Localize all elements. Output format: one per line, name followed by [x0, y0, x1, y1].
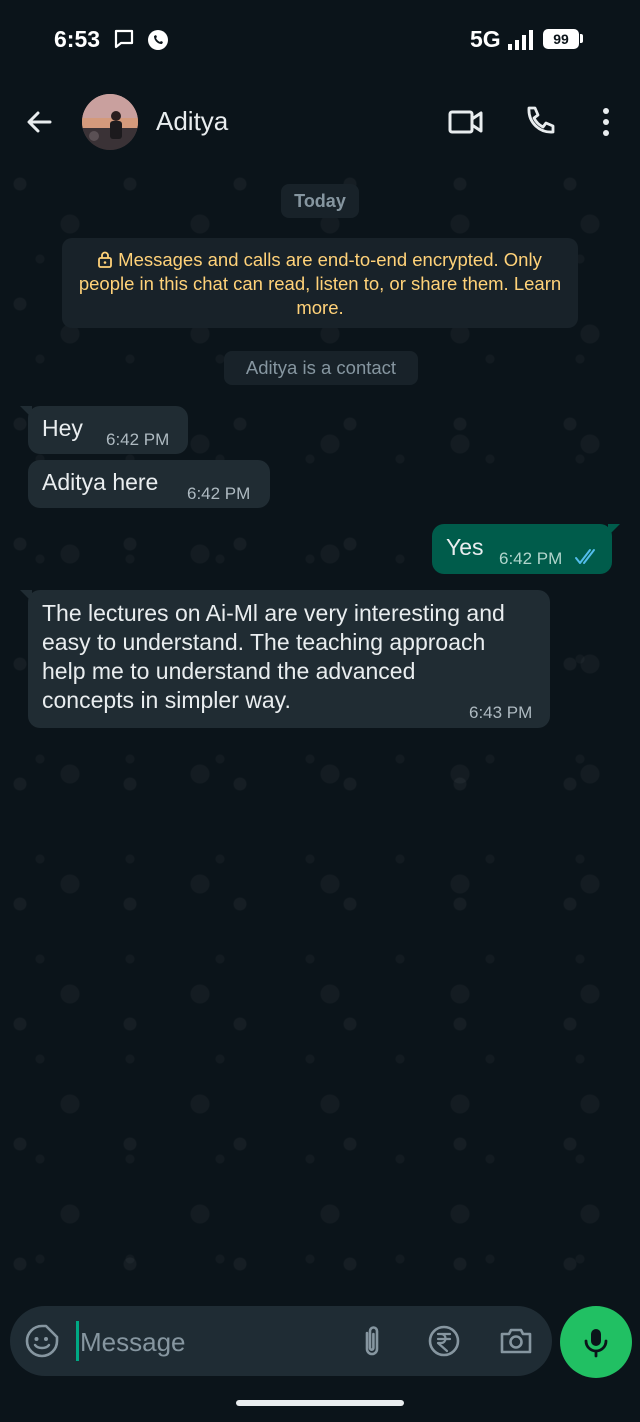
encryption-notice-text: Messages and calls are end-to-end encryp… — [78, 249, 562, 318]
status-bar: 6:53 5G 99 — [0, 0, 640, 80]
message-bubble-outgoing[interactable]: Yes 6:42 PM — [432, 524, 620, 574]
encryption-notice[interactable]: Messages and calls are end-to-end encryp… — [62, 238, 578, 328]
bubble-tail — [20, 406, 32, 418]
home-indicator[interactable] — [236, 1400, 404, 1406]
signal-icon — [508, 30, 533, 50]
lock-icon — [98, 251, 113, 268]
back-arrow-icon[interactable] — [18, 100, 62, 144]
payment-rupee-icon[interactable] — [426, 1323, 462, 1359]
battery-icon: 99 — [543, 29, 579, 49]
status-time: 6:53 — [54, 26, 101, 52]
sticker-emoji-icon[interactable] — [24, 1323, 60, 1359]
mic-icon — [584, 1329, 608, 1358]
bubble-tail — [608, 524, 620, 536]
message-bubble-incoming[interactable]: The lectures on Ai-Ml are very interesti… — [20, 590, 550, 728]
message-input[interactable] — [78, 1320, 352, 1364]
contact-name[interactable]: Aditya — [156, 106, 228, 137]
message-bubble-incoming[interactable]: Hey 6:42 PM — [20, 406, 188, 454]
message-text: Aditya here — [42, 469, 159, 495]
battery-tip — [580, 34, 583, 43]
contact-pill: Aditya is a contact — [224, 351, 418, 385]
message-time: 6:42 PM — [499, 549, 563, 568]
voice-message-button[interactable] — [560, 1306, 632, 1378]
chat-header: Aditya — [0, 80, 640, 164]
message-text: Hey — [42, 415, 83, 441]
message-line: easy to understand. The teaching approac… — [42, 629, 486, 655]
attach-icon[interactable] — [354, 1323, 390, 1359]
message-time: 6:42 PM — [106, 430, 170, 449]
message-time: 6:42 PM — [187, 484, 251, 503]
chat-area[interactable]: Today Messages and calls are end-to-end … — [0, 164, 640, 1304]
read-ticks-icon — [575, 549, 595, 564]
voice-call-icon[interactable] — [518, 100, 562, 144]
message-text: Yes — [446, 534, 484, 560]
camera-icon[interactable] — [498, 1323, 534, 1359]
message-text: The lectures on Ai-Ml are very interesti… — [42, 599, 505, 715]
date-pill: Today — [281, 184, 359, 218]
message-composer — [10, 1306, 552, 1376]
video-call-icon[interactable] — [444, 100, 488, 144]
avatar[interactable] — [82, 94, 138, 150]
network-type: 5G — [470, 26, 501, 52]
message-line: concepts in simpler way. — [42, 687, 291, 713]
avatar-photo — [82, 94, 138, 150]
more-options-icon[interactable] — [584, 100, 628, 144]
message-line: The lectures on Ai-Ml are very interesti… — [42, 600, 505, 626]
message-time: 6:43 PM — [469, 703, 533, 722]
message-bubble-incoming[interactable]: Aditya here 6:42 PM — [28, 460, 270, 508]
bubble-tail — [20, 590, 32, 602]
whatsapp-notification-icon — [148, 30, 168, 50]
message-line: help me to understand the advanced — [42, 658, 416, 684]
chat-notification-icon — [114, 29, 134, 49]
